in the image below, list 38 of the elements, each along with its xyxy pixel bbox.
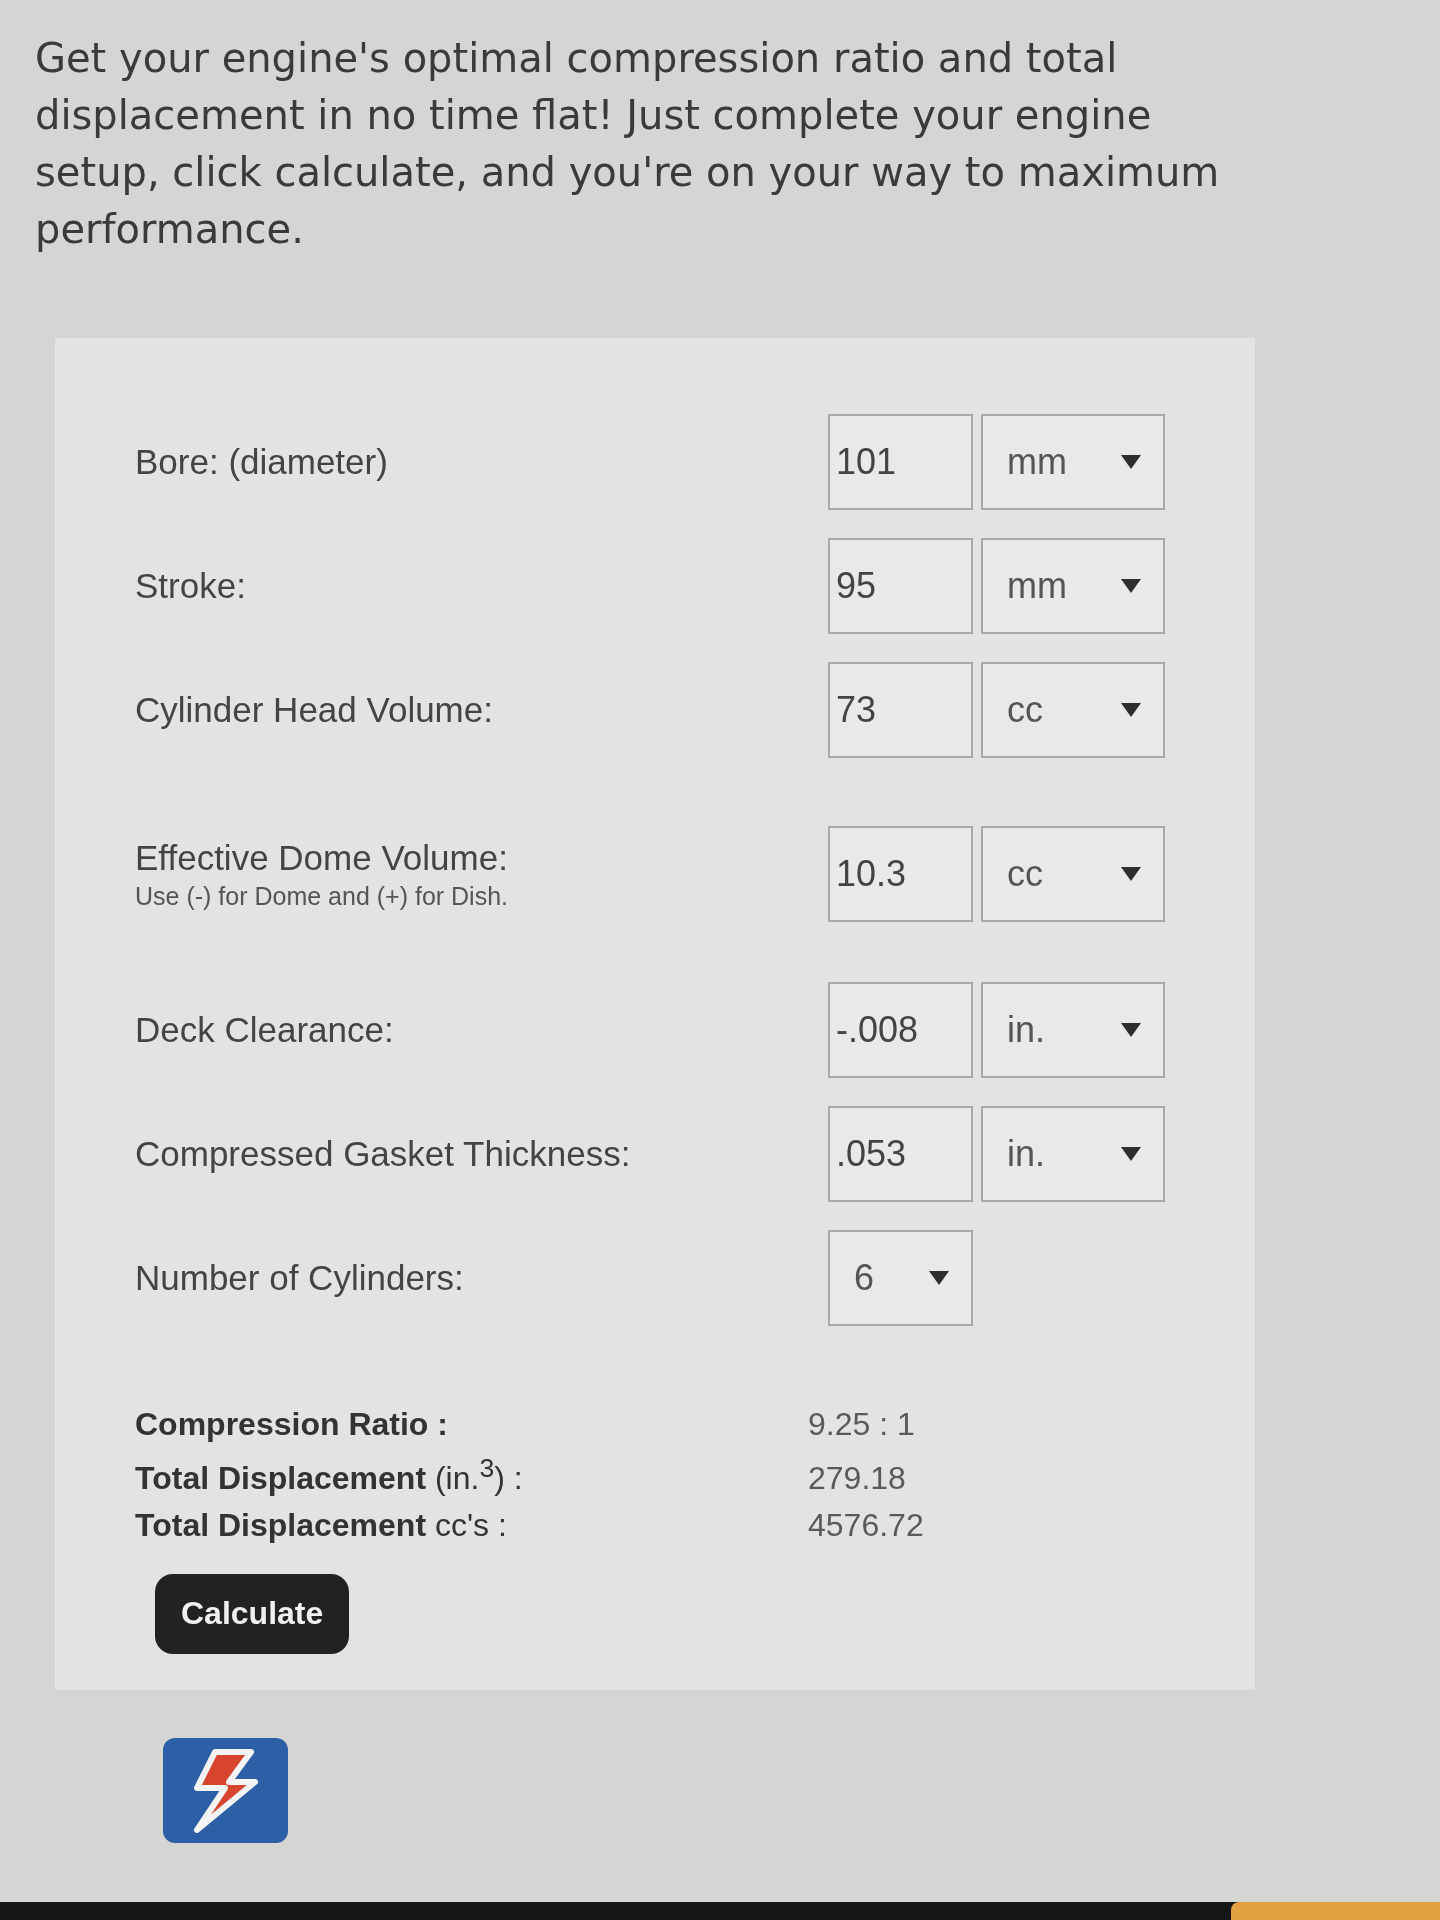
unit-dropdown[interactable]: in. xyxy=(981,982,1165,1078)
field-label: Effective Dome Volume: xyxy=(135,837,508,878)
result-value: 9.25 : 1 xyxy=(808,1406,915,1443)
field-label: Bore: (diameter) xyxy=(135,442,388,482)
caret-icon xyxy=(1121,867,1141,881)
bolt-logo-icon xyxy=(163,1737,288,1843)
calculate-button[interactable]: Calculate xyxy=(155,1573,350,1654)
value-input[interactable]: 101 xyxy=(828,414,973,510)
result-label: Total Displacement (in.$^{3}$) : xyxy=(135,1453,523,1497)
unit-dropdown[interactable]: cc xyxy=(981,662,1165,758)
unit-dropdown[interactable]: mm xyxy=(981,414,1165,510)
value-input[interactable]: -.008 xyxy=(828,982,973,1078)
field-label: Compressed Gasket Thickness: xyxy=(135,1134,631,1174)
intro-paragraph: Get your engine's optimal compression ratio and total displacement in no time flat! Just complete your engine setup, click calculate, and you're on your way to maximum performance. xyxy=(35,34,1221,254)
caret-icon xyxy=(929,1271,949,1285)
field-hint: Use (-) for Dome and (+) for Dish. xyxy=(135,881,508,911)
result-value: 279.18 xyxy=(808,1459,906,1497)
field-label: Stroke: xyxy=(135,566,246,606)
footer-button[interactable] xyxy=(1231,1902,1440,1920)
field-label: Number of Cylinders: xyxy=(135,1258,464,1298)
field-label: Cylinder Head Volume: xyxy=(135,690,493,730)
field-label: Deck Clearance: xyxy=(135,1010,394,1050)
result-value: 4576.72 xyxy=(808,1506,924,1544)
caret-icon xyxy=(1121,1023,1141,1037)
unit-dropdown[interactable]: in. xyxy=(981,1106,1165,1202)
caret-icon xyxy=(1121,703,1141,717)
result-label: Total Displacement cc's : xyxy=(135,1506,507,1544)
caret-icon xyxy=(1121,1147,1141,1161)
unit-dropdown[interactable]: mm xyxy=(981,538,1165,634)
value-input[interactable]: 95 xyxy=(828,538,973,634)
unit-dropdown[interactable]: cc xyxy=(981,826,1165,922)
value-input[interactable]: 73 xyxy=(828,662,973,758)
result-label: Compression Ratio : xyxy=(135,1406,448,1443)
count-dropdown[interactable]: 6 xyxy=(828,1230,973,1326)
value-input[interactable]: .053 xyxy=(828,1106,973,1202)
caret-icon xyxy=(1121,455,1141,469)
value-input[interactable]: 10.3 xyxy=(828,826,973,922)
caret-icon xyxy=(1121,579,1141,593)
